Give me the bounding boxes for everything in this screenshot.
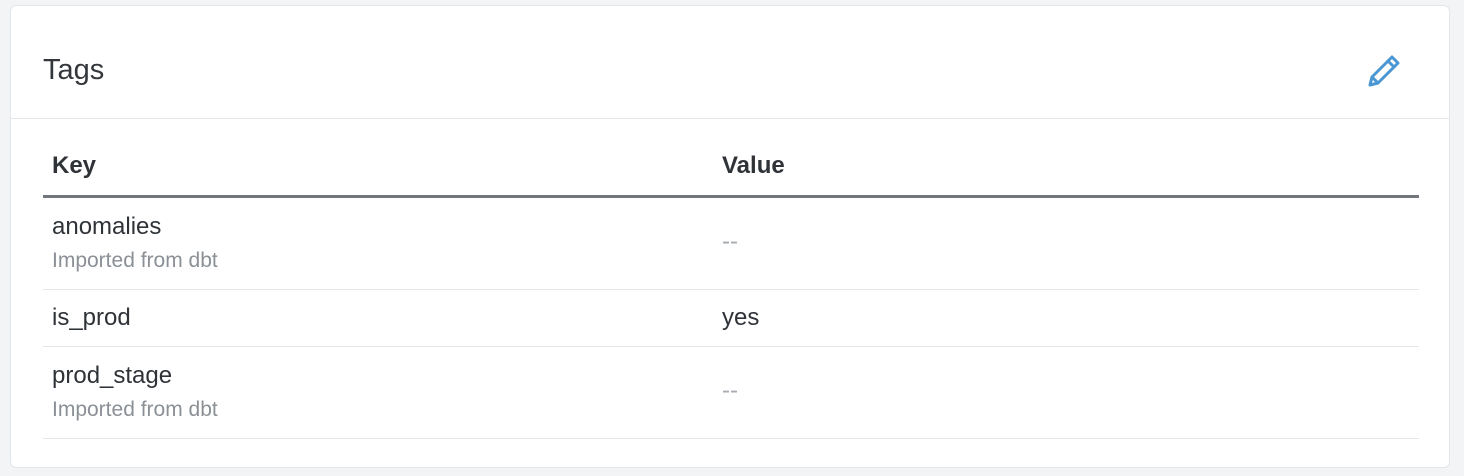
tags-title: Tags (43, 54, 105, 86)
tag-value: -- (722, 228, 738, 255)
table-row: prod_stage Imported from dbt -- (43, 347, 1419, 439)
table-row: anomalies Imported from dbt -- (43, 198, 1419, 290)
tag-key-cell: prod_stage Imported from dbt (52, 362, 218, 422)
table-row: is_prod yes (43, 290, 1419, 347)
edit-tags-button[interactable] (1361, 48, 1407, 94)
column-header-key: Key (52, 152, 97, 179)
tag-key: anomalies (52, 213, 162, 240)
tag-value: yes (722, 304, 760, 331)
tag-key-cell: is_prod (52, 304, 131, 332)
tags-table-header: Key Value (43, 119, 1419, 198)
tag-key: prod_stage (52, 362, 173, 389)
tag-key-cell: anomalies Imported from dbt (52, 213, 218, 273)
tags-card-header: Tags (11, 6, 1449, 119)
tag-source: Imported from dbt (52, 398, 218, 421)
column-header-value: Value (722, 152, 785, 179)
tag-key: is_prod (52, 304, 131, 331)
pencil-icon (1368, 55, 1400, 87)
tags-card: Tags Key Value anomalies Imported from d… (10, 5, 1450, 468)
tag-source: Imported from dbt (52, 249, 218, 272)
tag-value: -- (722, 377, 738, 404)
tags-table: Key Value anomalies Imported from dbt --… (43, 119, 1419, 439)
